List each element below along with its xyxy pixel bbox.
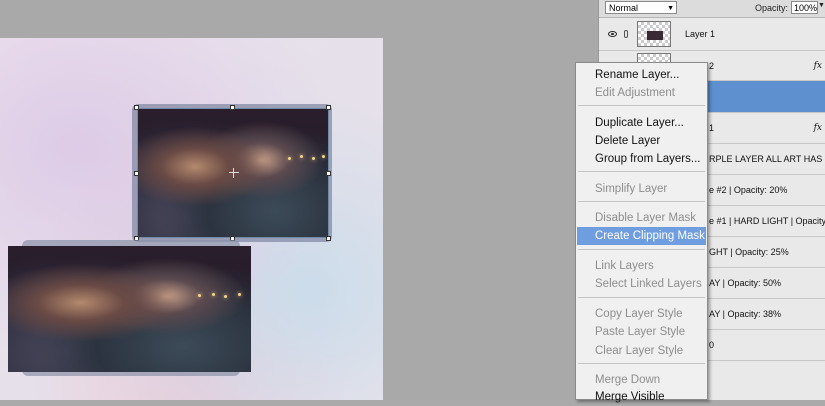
- bokeh-light: [288, 157, 291, 160]
- menu-separator: [578, 201, 705, 202]
- bokeh-light: [300, 155, 303, 158]
- opacity-input[interactable]: 100%: [791, 1, 818, 14]
- layer-name: e #2 | Opacity: 20%: [709, 185, 788, 195]
- bokeh-light: [224, 295, 227, 298]
- layer-name: AY | Opacity: 50%: [709, 278, 782, 288]
- canvas-area[interactable]: [0, 0, 598, 400]
- transform-handle-icon[interactable]: [134, 105, 139, 110]
- layer-context-menu: Rename Layer... Edit Adjustment Duplicat…: [575, 62, 708, 403]
- crosshair-icon: [229, 168, 239, 178]
- layer-name: 1: [709, 123, 715, 133]
- menu-item-group-from-layers[interactable]: Group from Layers...: [577, 150, 706, 168]
- blend-mode-value: Normal: [609, 3, 639, 13]
- fx-icon[interactable]: fx: [814, 61, 822, 71]
- opacity-label: Opacity:: [755, 3, 789, 13]
- dropdown-arrow-icon: ▼: [667, 5, 674, 12]
- menu-item-merge-visible[interactable]: Merge Visible: [577, 388, 706, 406]
- layer-name: GHT | Opacity: 25%: [709, 247, 789, 257]
- layers-panel-header: Normal ▼ Opacity: 100% ▼: [599, 0, 825, 18]
- bokeh-light: [212, 293, 215, 296]
- menu-separator: [578, 297, 705, 298]
- transform-handle-icon[interactable]: [134, 171, 139, 176]
- menu-item-edit-adjustment[interactable]: Edit Adjustment: [577, 84, 706, 102]
- layer-name: 0: [709, 340, 715, 350]
- menu-item-copy-layer-style[interactable]: Copy Layer Style: [577, 305, 706, 323]
- menu-item-disable-layer-mask[interactable]: Disable Layer Mask: [577, 209, 706, 227]
- bokeh-light: [312, 157, 315, 160]
- layer-name: 2: [709, 60, 715, 71]
- dropdown-arrow-icon[interactable]: ▼: [818, 2, 825, 9]
- menu-item-rename-layer[interactable]: Rename Layer...: [577, 66, 706, 84]
- menu-item-create-clipping-mask[interactable]: Create Clipping Mask: [577, 227, 706, 245]
- photo-bottom-layer[interactable]: [8, 246, 251, 372]
- menu-separator: [578, 363, 705, 364]
- bokeh-light: [238, 293, 241, 296]
- menu-separator: [578, 249, 705, 250]
- layer-row[interactable]: Layer 1: [599, 17, 825, 51]
- transform-handle-icon[interactable]: [230, 105, 235, 110]
- layer-thumbnail: [637, 21, 671, 47]
- menu-item-select-linked-layers[interactable]: Select Linked Layers: [577, 275, 706, 293]
- layer-name: RPLE LAYER ALL ART HAS: [709, 154, 823, 164]
- layer-name: Layer 1: [685, 28, 716, 39]
- menu-item-duplicate-layer[interactable]: Duplicate Layer...: [577, 114, 706, 132]
- bokeh-light: [322, 155, 325, 158]
- menu-item-clear-layer-style[interactable]: Clear Layer Style: [577, 342, 706, 360]
- menu-item-link-layers[interactable]: Link Layers: [577, 257, 706, 275]
- transform-handle-icon[interactable]: [326, 171, 331, 176]
- transform-handle-icon[interactable]: [326, 236, 331, 241]
- layer-name: e #1 | HARD LIGHT | Opacity 1...: [709, 216, 825, 226]
- fx-icon[interactable]: fx: [814, 123, 822, 133]
- eye-icon[interactable]: [608, 30, 617, 37]
- menu-item-delete-layer[interactable]: Delete Layer: [577, 132, 706, 150]
- menu-separator: [578, 105, 705, 106]
- bokeh-light: [198, 294, 201, 297]
- menu-separator: [578, 171, 705, 172]
- layer-name: AY | Opacity: 38%: [709, 309, 782, 319]
- menu-item-simplify-layer[interactable]: Simplify Layer: [577, 180, 706, 198]
- chain-icon[interactable]: [624, 29, 628, 38]
- menu-item-paste-layer-style[interactable]: Paste Layer Style: [577, 323, 706, 341]
- menu-item-merge-down[interactable]: Merge Down: [577, 371, 706, 389]
- transform-handle-icon[interactable]: [326, 105, 331, 110]
- blend-mode-select[interactable]: Normal ▼: [605, 1, 677, 14]
